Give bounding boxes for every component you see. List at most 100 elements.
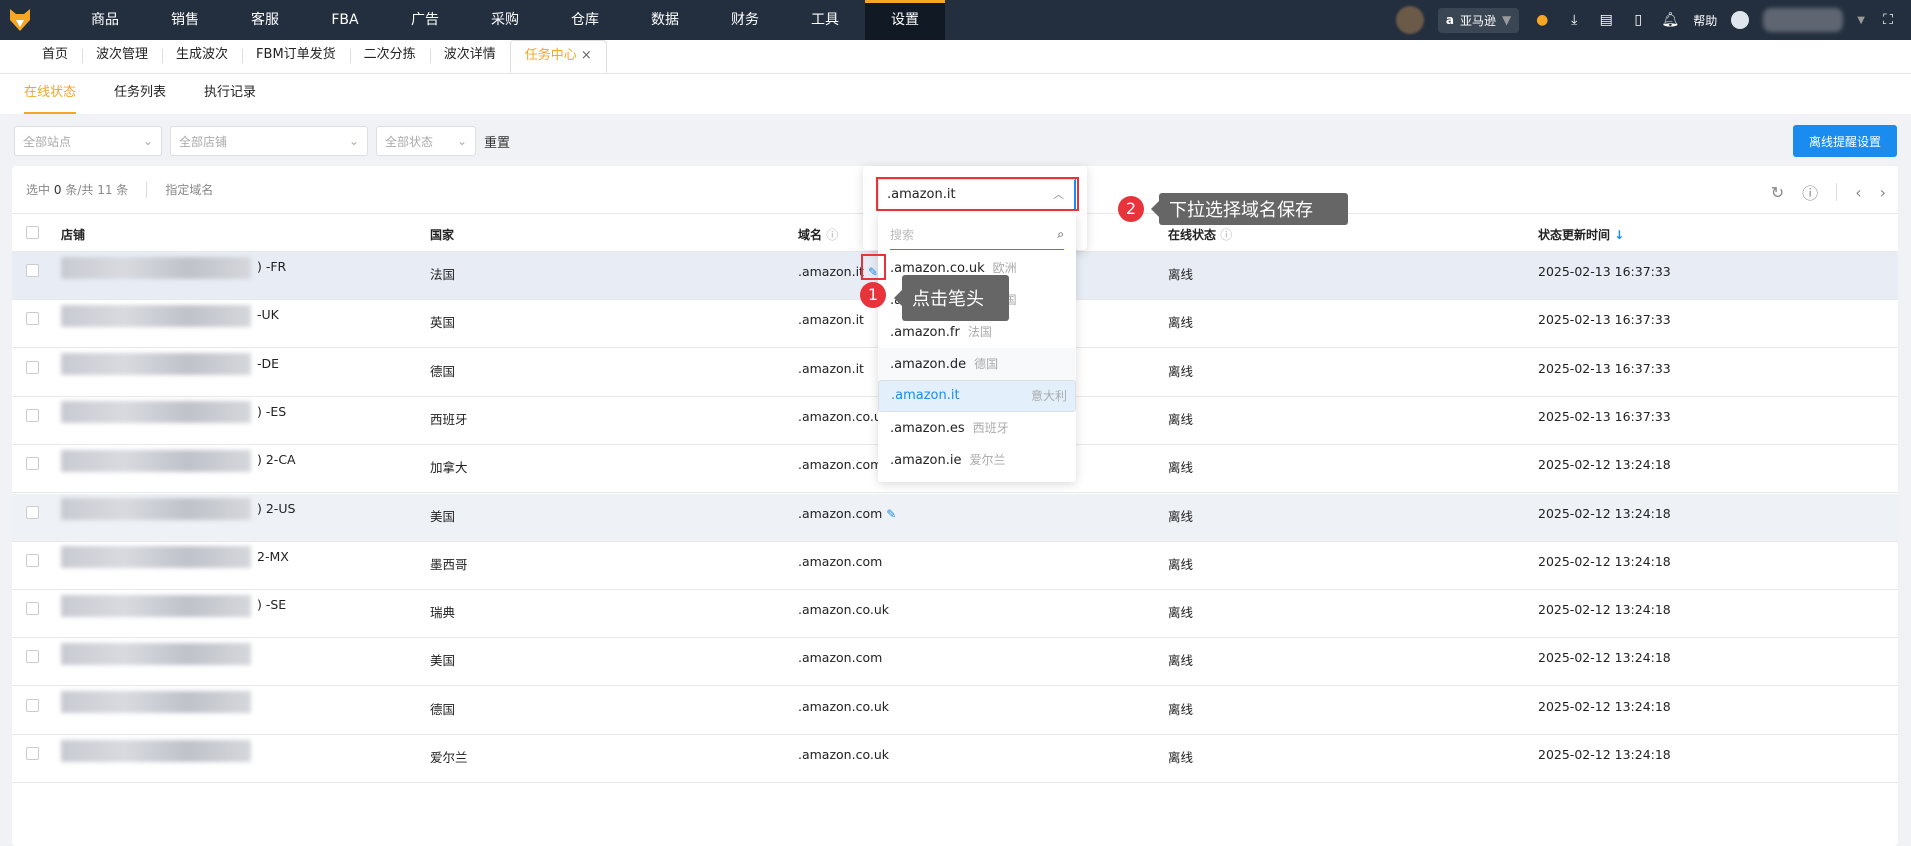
bell-icon[interactable]: 🔔︎ <box>1661 11 1679 29</box>
time-cell: 2025-02-13 16:37:33 <box>1538 312 1671 328</box>
shop-filter[interactable]: 全部店铺 ⌄ <box>170 126 368 156</box>
row-checkbox[interactable] <box>26 553 39 567</box>
reset-button[interactable]: 重置 <box>484 132 510 151</box>
option-region: 爱尔兰 <box>969 453 1006 467</box>
offline-alert-settings-button[interactable]: 离线提醒设置 <box>1793 125 1897 157</box>
blurred-store-name <box>61 691 251 714</box>
sub-tab[interactable]: 执行记录 <box>204 74 256 114</box>
nav-item[interactable]: 商品 <box>65 0 145 40</box>
status-cell: 离线 <box>1168 556 1194 572</box>
time-cell: 2025-02-12 13:24:18 <box>1538 457 1671 473</box>
domain-value: .amazon.com <box>798 553 883 569</box>
option-domain: .amazon.es <box>890 421 965 436</box>
store-suffix: ) -SE <box>257 597 287 613</box>
domain-option[interactable]: .amazon.de 德国 <box>878 348 1076 380</box>
domain-search-input[interactable]: 搜索 ⌕ <box>890 220 1064 250</box>
sub-tab[interactable]: 任务列表 <box>114 74 166 114</box>
caret-down-icon[interactable]: ▼ <box>1857 15 1865 26</box>
select-all-checkbox[interactable] <box>26 226 39 239</box>
download-icon[interactable]: ⤓ <box>1565 11 1583 29</box>
nav-item[interactable]: 数据 <box>625 0 705 40</box>
site-filter[interactable]: 全部站点 ⌄ <box>14 126 162 156</box>
page-tab-label: 首页 <box>42 47 69 62</box>
row-checkbox[interactable] <box>26 312 39 326</box>
country-cell: 法国 <box>430 267 456 282</box>
col-status-label: 在线状态 <box>1168 228 1217 242</box>
blurred-store-name <box>61 449 251 472</box>
store-suffix: ) -FR <box>257 259 287 274</box>
row-checkbox[interactable] <box>26 747 39 760</box>
unit: 条 <box>116 183 129 197</box>
page-tab[interactable]: 波次管理 <box>82 40 162 73</box>
store-cell: 2-MX <box>61 546 289 569</box>
top-nav: 商品 销售 客服 FBA 广告 采购 仓库 数据 财务 工具 设置 a 亚马逊 ▼ ● ⤓ ▤ ▯ 🔔︎… <box>0 0 1911 40</box>
nav-item[interactable]: 仓库 <box>545 0 625 40</box>
blurred-store-name <box>61 353 251 376</box>
domain-option[interactable]: .amazon.es 西班牙 <box>878 412 1076 444</box>
time-cell: 2025-02-12 13:24:18 <box>1538 505 1671 521</box>
close-icon[interactable]: × <box>577 48 592 63</box>
support-icon[interactable]: ● <box>1533 11 1551 29</box>
add-document-icon[interactable]: ▤ <box>1597 11 1615 29</box>
domain-cell: .amazon.com <box>798 457 882 472</box>
page-tab[interactable]: 二次分拣 <box>349 40 430 73</box>
assign-domain-button[interactable]: 指定域名 <box>165 181 213 198</box>
time-cell: 2025-02-12 13:24:18 <box>1538 698 1671 714</box>
row-checkbox[interactable] <box>26 505 39 519</box>
row-checkbox[interactable] <box>26 457 39 471</box>
country-cell: 西班牙 <box>430 411 468 427</box>
nav-item[interactable]: 客服 <box>225 0 305 40</box>
site-selector[interactable]: a 亚马逊 ▼ <box>1437 7 1520 33</box>
site-filter-value: 全部站点 <box>23 134 72 149</box>
help-icon[interactable]: ⓘ <box>1802 180 1818 204</box>
domain-value: .amazon.co.uk <box>798 747 890 762</box>
page-tab[interactable]: 生成波次 <box>162 40 242 73</box>
logo-icon[interactable] <box>0 0 40 40</box>
pencil-edit-icon[interactable]: ✎ <box>886 507 896 521</box>
page-tab[interactable]: FBM订单发货 <box>242 40 350 73</box>
prev-page-icon[interactable]: ‹ <box>1855 183 1861 202</box>
user-name-blurred[interactable] <box>1763 8 1844 32</box>
status-cell: 离线 <box>1168 460 1194 476</box>
nav-item[interactable]: 设置 <box>865 0 945 40</box>
nav-item[interactable]: 工具 <box>785 0 865 40</box>
status-cell: 离线 <box>1168 363 1194 379</box>
nav-item[interactable]: 采购 <box>465 0 545 40</box>
row-checkbox[interactable] <box>26 360 39 374</box>
row-checkbox[interactable] <box>26 698 39 712</box>
nav-item[interactable]: FBA <box>305 0 385 40</box>
col-domain: 域名 ⓘ <box>798 226 838 243</box>
next-page-icon[interactable]: › <box>1880 183 1886 202</box>
row-checkbox[interactable] <box>26 650 39 664</box>
mobile-icon[interactable]: ▯ <box>1629 11 1647 29</box>
time-cell: 2025-02-12 13:24:18 <box>1538 602 1671 618</box>
page-tab[interactable]: 任务中心 × <box>509 40 607 73</box>
store-cell <box>61 642 257 665</box>
domain-value: .amazon.it <box>798 264 864 279</box>
refresh-icon[interactable]: ↻ <box>1771 183 1784 202</box>
info-icon: ⓘ <box>826 228 839 242</box>
status-filter[interactable]: 全部状态 ⌄ <box>376 126 476 156</box>
col-time[interactable]: 状态更新时间 ↓ <box>1538 226 1624 243</box>
domain-cell: .amazon.co.uk <box>798 747 889 762</box>
domain-cell: .amazon.co.uk <box>798 602 889 617</box>
fullscreen-icon[interactable]: ⛶ <box>1879 11 1897 29</box>
annotation-badge-1: 1 <box>860 282 886 308</box>
sub-tab[interactable]: 在线状态 <box>24 74 77 114</box>
row-checkbox[interactable] <box>26 264 39 277</box>
store-suffix: ) 2-CA <box>257 452 296 468</box>
option-region: 法国 <box>967 325 992 339</box>
nav-item[interactable]: 销售 <box>145 0 225 40</box>
page-tabs: 首页 波次管理 生成波次 FBM订单发货 二次分拣 波次详情 任务中心 × <box>0 40 1911 74</box>
nav-item[interactable]: 广告 <box>385 0 465 40</box>
user-avatar[interactable] <box>1731 11 1750 29</box>
domain-option[interactable]: .amazon.ie 爱尔兰 <box>878 444 1076 476</box>
page-tab[interactable]: 首页 <box>28 40 82 73</box>
domain-option[interactable]: .amazon.it 意大利 <box>878 380 1076 412</box>
row-checkbox[interactable] <box>26 408 39 422</box>
page-tab[interactable]: 波次详情 <box>429 40 510 73</box>
nav-item[interactable]: 财务 <box>705 0 785 40</box>
row-checkbox[interactable] <box>26 602 39 616</box>
help-link[interactable]: 帮助 <box>1693 12 1717 29</box>
domain-cell: .amazon.co.uk <box>798 699 889 714</box>
